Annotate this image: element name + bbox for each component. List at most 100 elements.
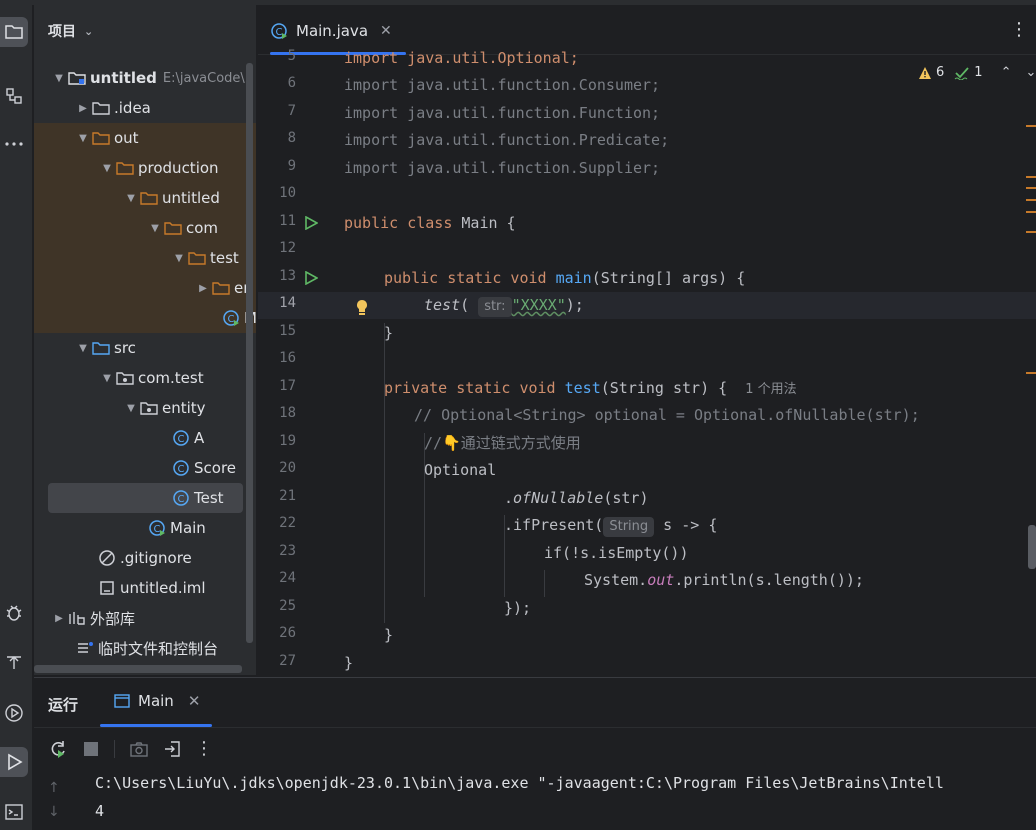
rerun-icon[interactable] bbox=[48, 739, 68, 759]
tree-item-gitignore[interactable]: .gitignore bbox=[34, 543, 256, 573]
run-tool-icon[interactable] bbox=[0, 747, 28, 777]
warning-mark[interactable] bbox=[1026, 187, 1036, 189]
run-gutter-icon[interactable] bbox=[304, 270, 319, 286]
code-text: import java.util.function.Predicate; bbox=[344, 131, 670, 149]
run-gutter-icon[interactable] bbox=[304, 215, 319, 231]
tree-item-label: production bbox=[138, 159, 219, 177]
chevron-up-icon[interactable]: ⌃ bbox=[1001, 65, 1012, 80]
line-number: 10 bbox=[279, 185, 296, 201]
stop-icon[interactable] bbox=[82, 740, 100, 758]
tree-item-untitled-root[interactable]: ▼ untitled E:\javaCode\ bbox=[34, 63, 256, 93]
tree-item-main-class-out[interactable]: C M bbox=[34, 303, 256, 333]
arrow-down-icon[interactable]: ↓ bbox=[48, 804, 60, 820]
camera-icon[interactable] bbox=[129, 740, 149, 758]
line-number: 27 bbox=[279, 653, 296, 669]
line-number: 12 bbox=[279, 240, 296, 256]
project-panel-header[interactable]: 项目 ⌄ bbox=[34, 5, 256, 57]
code-text: Optional bbox=[424, 461, 497, 479]
tree-item-external-libraries[interactable]: ▶ 外部库 bbox=[34, 603, 256, 633]
project-horizontal-scrollbar[interactable] bbox=[34, 665, 242, 673]
line-number: 22 bbox=[279, 515, 296, 531]
more-vertical-icon[interactable]: ⋮ bbox=[195, 738, 213, 759]
warning-mark[interactable] bbox=[1026, 211, 1036, 213]
editor-gutter: 5 6 7 8 9 10 11 12 13 14 15 16 17 18 19 … bbox=[258, 48, 367, 675]
chevron-down-icon[interactable]: ▼ bbox=[124, 403, 138, 414]
package-icon bbox=[114, 369, 136, 387]
tree-item-idea[interactable]: ▶ .idea bbox=[34, 93, 256, 123]
chevron-right-icon[interactable]: ▶ bbox=[52, 613, 66, 624]
services-icon[interactable] bbox=[0, 647, 28, 677]
editor-vertical-scrollbar[interactable] bbox=[1028, 525, 1036, 569]
warning-mark[interactable] bbox=[1026, 372, 1036, 374]
run-tab-main[interactable]: Main ✕ bbox=[114, 692, 200, 710]
arrow-up-icon[interactable]: ↑ bbox=[48, 780, 60, 796]
inspection-widget[interactable]: 6 1 ⌃ ⌄ bbox=[918, 65, 1036, 80]
close-icon[interactable]: ✕ bbox=[380, 23, 392, 39]
usages-hint[interactable]: 1 个用法 bbox=[745, 382, 796, 397]
warning-mark[interactable] bbox=[1026, 125, 1036, 127]
restore-layout-icon[interactable] bbox=[163, 740, 181, 758]
tree-item-untitled-iml[interactable]: untitled.iml bbox=[34, 573, 256, 603]
structure-icon[interactable] bbox=[0, 81, 28, 111]
chevron-down-icon[interactable]: ▼ bbox=[124, 193, 138, 204]
module-folder-icon bbox=[66, 69, 88, 87]
chevron-down-icon[interactable]: ▼ bbox=[100, 163, 114, 174]
chevron-down-icon[interactable]: ⌄ bbox=[1025, 65, 1036, 80]
chevron-down-icon[interactable]: ▼ bbox=[76, 343, 90, 354]
chevron-down-icon[interactable]: ▼ bbox=[76, 133, 90, 144]
project-tool-folder-icon[interactable] bbox=[0, 17, 28, 47]
code-area[interactable]: import java.util.Optional; import java.u… bbox=[344, 49, 1036, 675]
tree-item-com[interactable]: ▼ com bbox=[34, 213, 256, 243]
tree-item-production[interactable]: ▼ production bbox=[34, 153, 256, 183]
code-line: import java.util.Optional; bbox=[344, 45, 579, 72]
tree-item-out[interactable]: ▼ out bbox=[34, 123, 256, 153]
run-configurations-icon[interactable] bbox=[0, 698, 28, 728]
tree-item-scratches[interactable]: 临时文件和控制台 bbox=[34, 633, 256, 663]
console-line: 4 bbox=[95, 802, 105, 820]
scratches-icon bbox=[74, 639, 96, 657]
warning-mark[interactable] bbox=[1026, 199, 1036, 201]
tree-item-class-main[interactable]: C Main bbox=[34, 513, 256, 543]
tree-item-entity-out[interactable]: ▶ en bbox=[34, 273, 256, 303]
warning-mark[interactable] bbox=[1026, 176, 1036, 178]
warning-mark[interactable] bbox=[1026, 231, 1036, 233]
tree-item-class-score[interactable]: C Score bbox=[34, 453, 256, 483]
close-icon[interactable]: ✕ bbox=[188, 692, 201, 710]
code-function: test bbox=[424, 296, 461, 314]
tree-item-label: 外部库 bbox=[90, 609, 136, 628]
console-line: C:\Users\LiuYu\.jdks\openjdk-23.0.1\bin\… bbox=[95, 774, 944, 792]
terminal-icon[interactable] bbox=[0, 797, 28, 827]
code-line: // Optional<String> optional = Optional.… bbox=[414, 402, 920, 429]
chevron-down-icon[interactable]: ▼ bbox=[172, 253, 186, 264]
chevron-down-icon: ⌄ bbox=[84, 24, 94, 38]
tree-item-out-untitled[interactable]: ▼ untitled bbox=[34, 183, 256, 213]
code-line: public static void main(String[] args) { bbox=[384, 265, 745, 292]
chevron-down-icon[interactable]: ▼ bbox=[148, 223, 162, 234]
tab-main-java[interactable]: C Main.java ✕ bbox=[270, 19, 392, 43]
more-vertical-icon[interactable]: ⋮ bbox=[1010, 19, 1028, 40]
code-keyword: public class bbox=[344, 214, 462, 232]
code-text: .println(s.length()); bbox=[674, 571, 864, 589]
tree-item-label: untitled bbox=[90, 69, 157, 87]
chevron-down-icon[interactable]: ▼ bbox=[100, 373, 114, 384]
debug-bug-icon[interactable] bbox=[0, 597, 28, 627]
console-output[interactable]: ↑ ↓ C:\Users\LiuYu\.jdks\openjdk-23.0.1\… bbox=[34, 770, 1036, 830]
tree-item-package-entity[interactable]: ▼ entity bbox=[34, 393, 256, 423]
more-tools-icon[interactable] bbox=[0, 129, 28, 159]
tree-item-src[interactable]: ▼ src bbox=[34, 333, 256, 363]
line-number: 14 bbox=[279, 295, 296, 311]
tree-item-class-a[interactable]: C A bbox=[34, 423, 256, 453]
chevron-down-icon[interactable]: ▼ bbox=[52, 73, 66, 84]
tree-item-label: A bbox=[194, 429, 205, 447]
tree-item-class-test[interactable]: C Test bbox=[48, 483, 243, 513]
chevron-right-icon[interactable]: ▶ bbox=[76, 103, 90, 114]
project-vertical-scrollbar[interactable] bbox=[246, 63, 253, 643]
tree-item-test[interactable]: ▼ test bbox=[34, 243, 256, 273]
code-function: ofNullable bbox=[513, 489, 604, 507]
tree-item-label: src bbox=[114, 339, 136, 357]
code-line: import java.util.function.Consumer; bbox=[344, 72, 660, 99]
iml-file-icon bbox=[96, 579, 118, 597]
chevron-right-icon[interactable]: ▶ bbox=[196, 283, 210, 294]
excluded-folder-icon bbox=[114, 159, 136, 177]
tree-item-package-com-test[interactable]: ▼ com.test bbox=[34, 363, 256, 393]
